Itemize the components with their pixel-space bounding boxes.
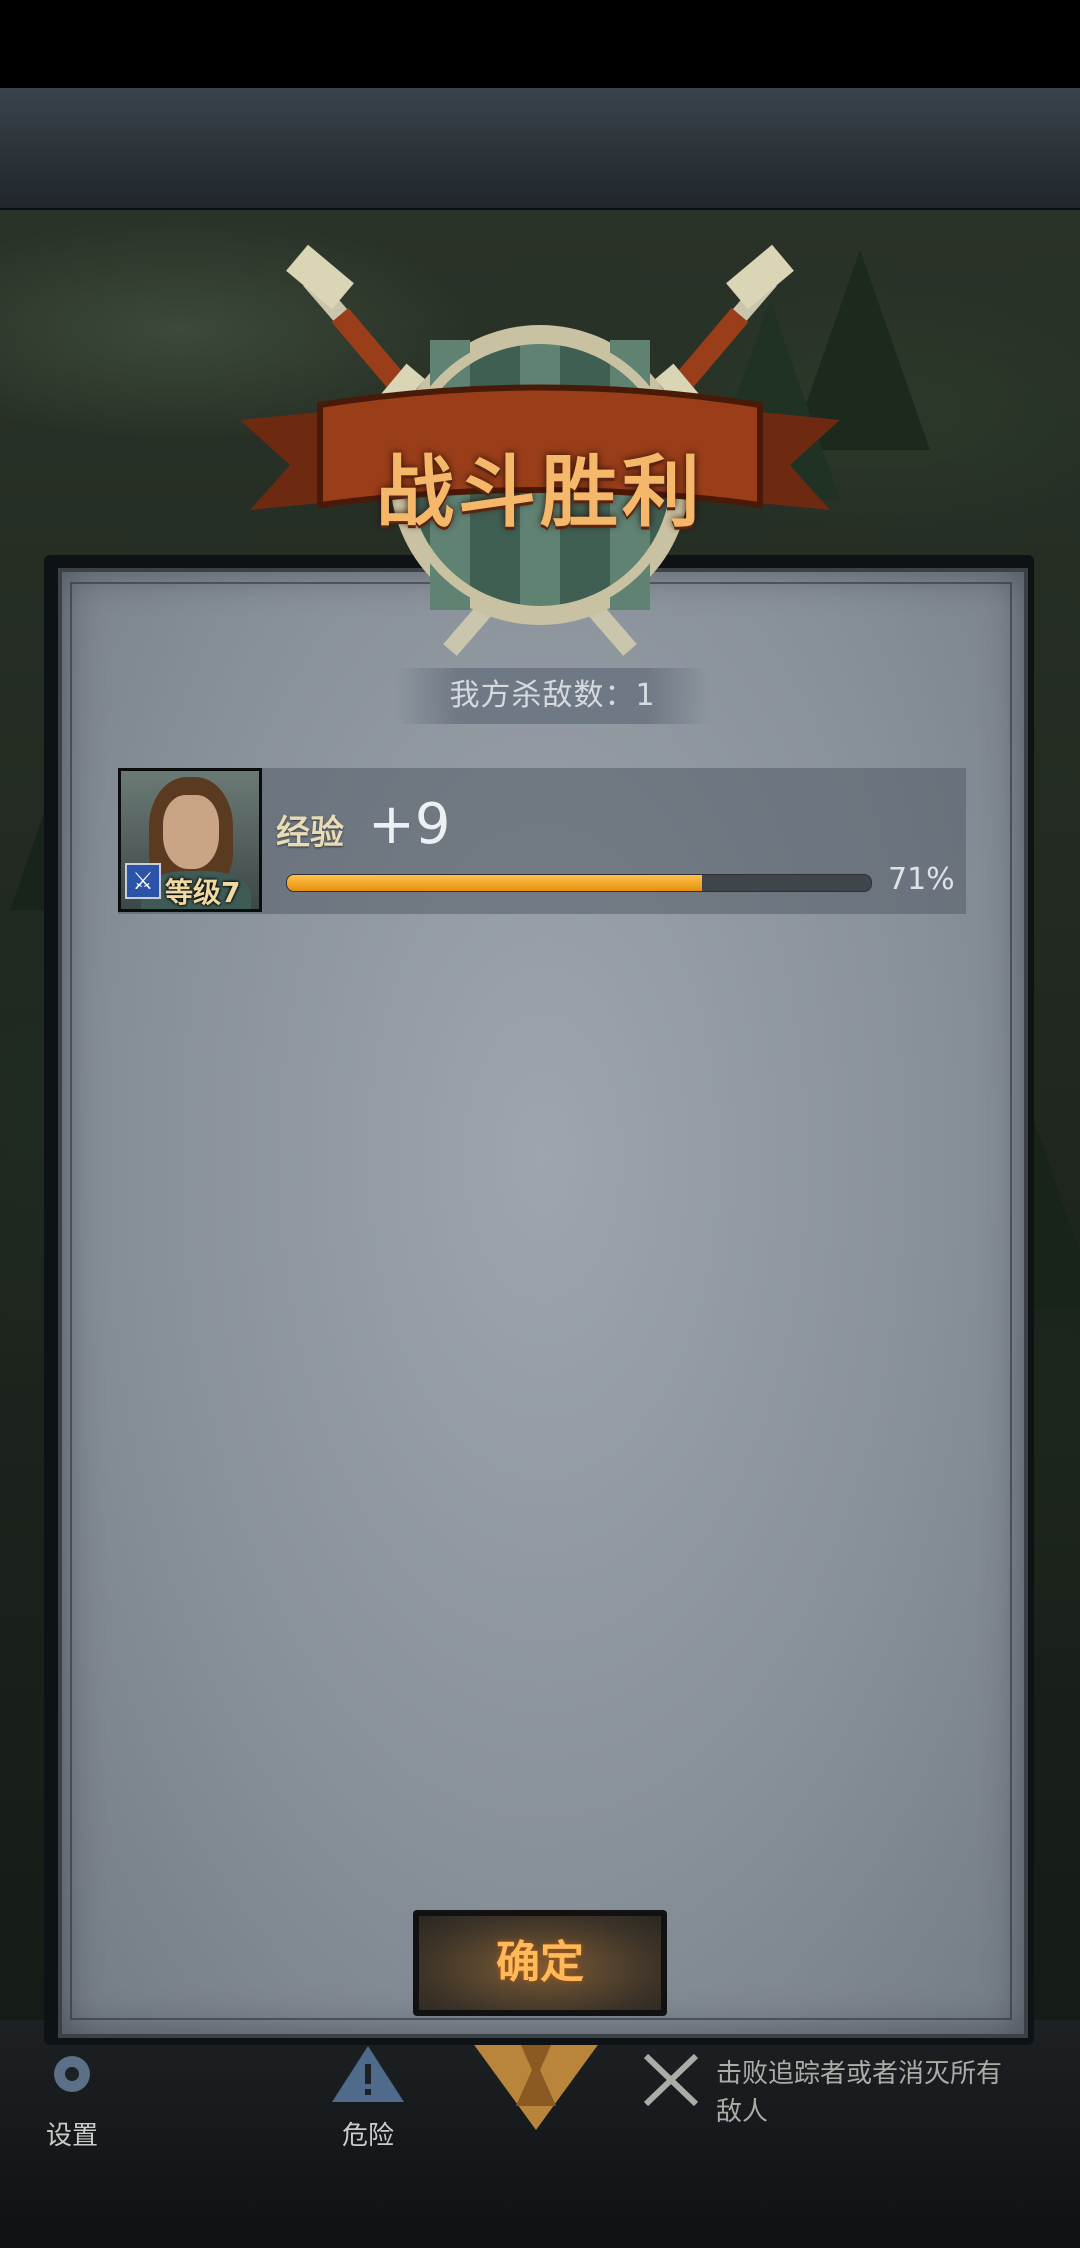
status-bar xyxy=(0,0,1080,88)
exp-progress-bar xyxy=(286,874,872,892)
exp-progress-fill xyxy=(287,875,702,891)
danger-nav[interactable]: 危险 xyxy=(318,2044,418,2152)
exp-label: 经验 xyxy=(276,813,344,853)
settings-nav[interactable]: 设置 xyxy=(22,2044,122,2152)
gear-icon xyxy=(54,2056,90,2092)
exp-gain: +9 xyxy=(368,792,451,857)
danger-label: 危险 xyxy=(341,2121,394,2151)
bottom-navigation: 设置 危险 击败追踪者或者消灭所有 敌人 xyxy=(0,2020,1080,2248)
warning-icon xyxy=(332,2046,404,2102)
confirm-button[interactable]: 确定 xyxy=(419,1916,661,2010)
victory-title: 战斗胜利 xyxy=(375,448,704,538)
top-header-band xyxy=(0,88,1080,210)
crossed-swords-icon xyxy=(643,2053,699,2107)
exp-progress-percent: 71% xyxy=(888,862,955,897)
kill-count: 我方杀敌数：1 xyxy=(395,668,710,724)
hero-portrait[interactable]: ⚔ 等级7 xyxy=(118,768,262,912)
sword-class-icon: ⚔ xyxy=(125,863,161,899)
hero-level: 等级7 xyxy=(165,876,241,909)
objective-hint-line1: 击败追踪者或者消灭所有 xyxy=(716,2059,1003,2089)
settings-label: 设置 xyxy=(45,2121,98,2151)
objective-hint-line2: 敌人 xyxy=(716,2097,769,2127)
